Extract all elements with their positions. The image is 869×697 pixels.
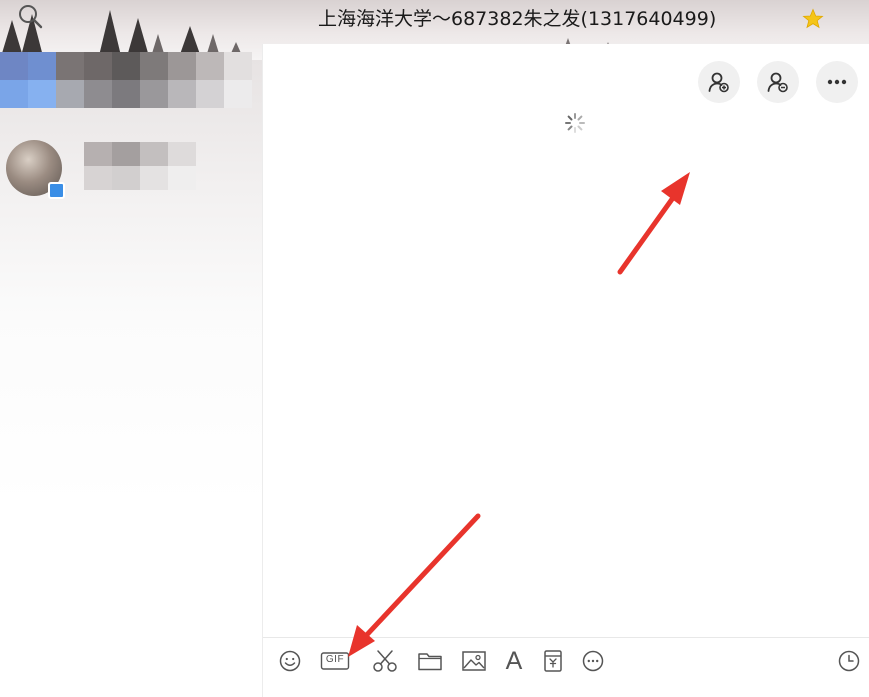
file-button[interactable] xyxy=(416,647,444,675)
chat-title: 上海海洋大学～687382朱之发(1317640499) xyxy=(318,8,717,30)
group-member-button[interactable] xyxy=(757,61,799,103)
add-member-button[interactable] xyxy=(698,61,740,103)
star-icon[interactable] xyxy=(802,8,824,30)
chat-panel: GIF A xyxy=(262,44,869,697)
screenshot-button[interactable] xyxy=(371,647,399,675)
search-icon[interactable] xyxy=(16,2,44,30)
more-icon xyxy=(827,79,847,85)
unread-badge xyxy=(48,182,65,199)
gif-label: GIF xyxy=(325,654,345,665)
image-button[interactable] xyxy=(460,647,488,675)
conversation-item[interactable] xyxy=(0,52,262,124)
clock-icon xyxy=(838,650,860,672)
more-button[interactable] xyxy=(816,61,858,103)
more-tools-icon xyxy=(582,650,604,672)
input-divider xyxy=(263,637,869,638)
font-button[interactable]: A xyxy=(500,647,528,675)
more-tools-button[interactable] xyxy=(579,647,607,675)
red-packet-button[interactable] xyxy=(539,647,567,675)
folder-icon xyxy=(418,653,442,671)
input-toolbar: GIF A xyxy=(263,647,869,677)
emoji-icon xyxy=(279,650,301,672)
group-member-icon xyxy=(767,72,788,93)
blurred-preview xyxy=(84,142,196,190)
blurred-preview xyxy=(0,52,252,108)
scissors-icon xyxy=(373,650,397,672)
add-member-icon xyxy=(708,72,729,93)
font-icon: A xyxy=(505,647,523,675)
gif-button[interactable]: GIF xyxy=(319,647,351,675)
loading-spinner-icon xyxy=(564,112,586,134)
red-packet-icon xyxy=(544,650,562,672)
conversation-item[interactable] xyxy=(0,128,262,200)
history-button[interactable] xyxy=(835,647,863,675)
image-icon xyxy=(462,651,486,671)
emoji-button[interactable] xyxy=(276,647,304,675)
